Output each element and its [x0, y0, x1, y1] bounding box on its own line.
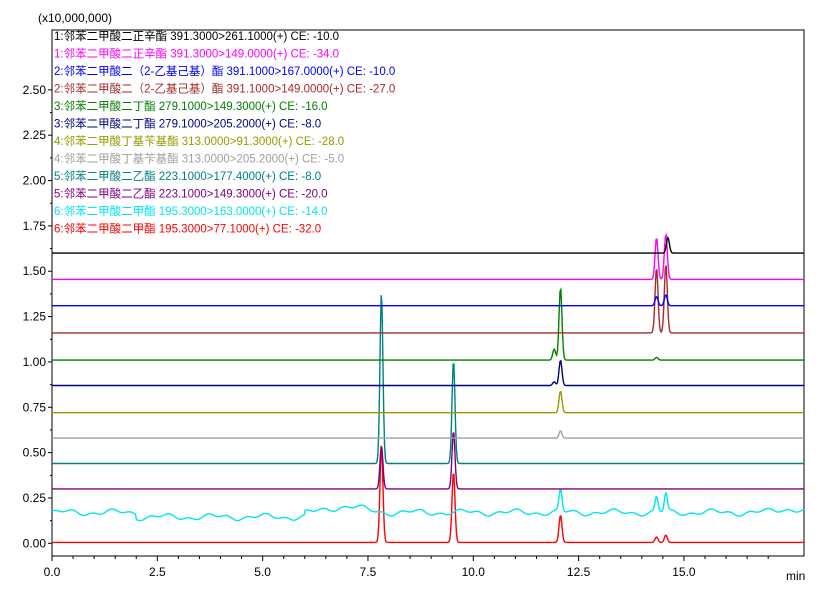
trace-line	[52, 294, 804, 307]
legend-entry: 3:邻苯二甲酸二丁酯 279.1000>149.3000(+) CE: -16.…	[54, 99, 328, 113]
y-multiplier-label: (x10,000,000)	[38, 11, 112, 25]
x-tick-label: 12.5	[567, 565, 591, 579]
x-tick-label: 15.0	[672, 565, 696, 579]
x-tick-label: 7.5	[360, 565, 377, 579]
legend-entry: 4:邻苯二甲酸丁基苄基酯 313.0000>91.3000(+) CE: -28…	[54, 134, 344, 148]
y-tick-label: 1.75	[23, 219, 47, 233]
legend-entry: 6:邻苯二甲酸二甲酯 195.3000>77.1000(+) CE: -32.0	[54, 222, 321, 236]
x-unit-label: min	[786, 569, 805, 583]
trace-line	[52, 447, 804, 544]
legend-entry: 3:邻苯二甲酸二丁酯 279.1000>205.2000(+) CE: -8.0	[54, 117, 321, 131]
legend-entry: 5:邻苯二甲酸二乙酯 223.1000>177.4000(+) CE: -8.0	[54, 169, 321, 183]
y-tick-label: 1.00	[23, 355, 47, 369]
legend-entry: 1:邻苯二甲酸二正辛酯 391.3000>261.1000(+) CE: -10…	[54, 29, 339, 43]
trace-line	[52, 359, 804, 387]
y-tick-label: 0.75	[23, 400, 47, 414]
x-axis: 0.0 2.5 5.0 7.5 10.0 12.5 15.0	[44, 556, 769, 579]
y-axis: 0.00 0.25 0.50 0.75 1.00 1.25 1.50 1.75 2.00 2.25…	[23, 83, 52, 550]
y-tick-label: 1.50	[23, 264, 47, 278]
y-tick-label: 0.25	[23, 491, 47, 505]
legend: 1:邻苯二甲酸二正辛酯 391.3000>261.1000(+) CE: -10…	[54, 29, 395, 236]
y-tick-label: 0.00	[23, 536, 47, 550]
chromatogram-chart: (x10,000,000) 0.00 0.25 0.50 0.75 1.00 1.25 1.…	[23, 11, 806, 583]
y-tick-label: 1.25	[23, 310, 47, 324]
x-tick-label: 2.5	[149, 565, 166, 579]
traces-group	[51, 232, 805, 544]
x-tick-label: 10.0	[462, 565, 486, 579]
trace-line	[52, 235, 804, 254]
legend-entry: 5:邻苯二甲酸二乙酯 223.1000>149.3000(+) CE: -20.…	[54, 187, 328, 201]
trace-line	[52, 432, 804, 490]
legend-entry: 2:邻苯二甲酸二（2-乙基己基）酯 391.1000>149.0000(+) C…	[54, 82, 395, 96]
legend-entry: 1:邻苯二甲酸二正辛酯 391.3000>149.0000(+) CE: -34…	[54, 47, 339, 61]
trace-line	[52, 430, 804, 439]
legend-entry: 4:邻苯二甲酸丁基苄基酯 313.0000>205.2000(+) CE: -5…	[54, 152, 344, 166]
trace-line	[52, 232, 804, 281]
legend-entry: 2:邻苯二甲酸二（2-乙基己基）酯 391.1000>167.0000(+) C…	[54, 64, 395, 78]
trace-line	[52, 287, 804, 361]
trace-line	[51, 488, 805, 522]
trace-line	[52, 265, 804, 334]
y-tick-label: 2.50	[23, 83, 47, 97]
y-tick-label: 0.50	[23, 446, 47, 460]
legend-entry: 6:邻苯二甲酸二甲酯 195.3000>163.0000(+) CE: -14.…	[54, 204, 328, 218]
y-tick-label: 2.25	[23, 128, 47, 142]
x-tick-label: 0.0	[44, 565, 61, 579]
trace-line	[52, 390, 804, 414]
x-tick-label: 5.0	[254, 565, 271, 579]
y-tick-label: 2.00	[23, 174, 47, 188]
